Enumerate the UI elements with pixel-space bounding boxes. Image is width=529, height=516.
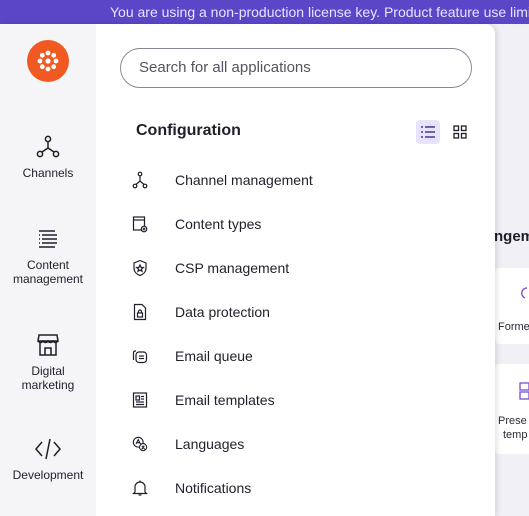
menu-item-label: Data protection: [175, 304, 270, 320]
content-management-icon: [39, 230, 57, 248]
code-icon: [35, 438, 61, 460]
search-field[interactable]: [120, 48, 472, 88]
rail-item-label-line2: management: [12, 272, 84, 286]
rail-item-label: Content: [26, 258, 70, 272]
menu-item-label: Content types: [175, 216, 262, 232]
rail-item-channels[interactable]: Channels: [0, 134, 96, 180]
rail-item-label: Channels: [22, 166, 74, 180]
bell-icon: [132, 479, 148, 497]
list-icon: [421, 126, 435, 138]
grid-view-toggle[interactable]: [448, 120, 472, 144]
rail-item-content-management[interactable]: Content management: [0, 226, 96, 286]
channels-icon: [132, 171, 148, 189]
rail-item-digital-marketing[interactable]: Digital marketing: [0, 332, 96, 392]
translate-icon: [132, 435, 148, 453]
tile-label: Prese: [498, 415, 527, 427]
menu-item-label: Languages: [175, 436, 245, 452]
email-queue-icon: [132, 347, 148, 365]
rail-item-label: Digital: [31, 364, 65, 378]
kentico-logo[interactable]: [27, 40, 69, 82]
menu-item-languages[interactable]: Languages: [132, 429, 472, 459]
menu-item-csp-management[interactable]: CSP management: [132, 253, 472, 283]
logo-burst-icon: [37, 50, 59, 72]
menu-item-label: Notifications: [175, 480, 252, 496]
menu-item-label: CSP management: [175, 260, 290, 276]
background-section-heading: ngem: [495, 228, 529, 245]
content-type-icon: [132, 215, 148, 233]
menu-item-data-protection[interactable]: Data protection: [132, 297, 472, 327]
search-input[interactable]: [139, 59, 459, 76]
background-tile-forms[interactable]: Forme: [495, 268, 529, 344]
rail-item-label-line2: marketing: [21, 378, 75, 392]
tile-label-line2: temp: [503, 429, 528, 441]
rail-item-label: Development: [12, 468, 84, 482]
forms-icon: [521, 287, 528, 299]
list-view-toggle[interactable]: [416, 120, 440, 144]
application-menu-panel: Configuration Channel management Content: [96, 24, 495, 516]
menu-item-notifications[interactable]: Notifications: [132, 473, 472, 503]
shield-star-icon: [132, 259, 148, 277]
grid-icon: [453, 125, 467, 139]
app-rail: Channels Content management Digital mark…: [0, 24, 96, 516]
background-dashboard: ngem Forme Prese temp: [495, 24, 529, 516]
menu-item-label: Channel management: [175, 172, 313, 188]
templates-icon: [519, 382, 529, 400]
background-tile-preset-templates[interactable]: Prese temp: [495, 364, 529, 454]
menu-item-channel-management[interactable]: Channel management: [132, 165, 472, 195]
menu-item-label: Email templates: [175, 392, 275, 408]
storefront-icon: [37, 334, 59, 356]
document-lock-icon: [132, 303, 148, 321]
section-title: Configuration: [136, 122, 241, 139]
channels-icon: [36, 135, 60, 158]
menu-item-email-queue[interactable]: Email queue: [132, 341, 472, 371]
tile-label: Forme: [498, 321, 529, 333]
menu-item-email-templates[interactable]: Email templates: [132, 385, 472, 415]
rail-item-development[interactable]: Development: [0, 436, 96, 482]
menu-item-content-types[interactable]: Content types: [132, 209, 472, 239]
menu-item-label: Email queue: [175, 348, 253, 364]
email-template-icon: [132, 391, 148, 409]
license-warning-banner: You are using a non-production license k…: [0, 0, 529, 24]
